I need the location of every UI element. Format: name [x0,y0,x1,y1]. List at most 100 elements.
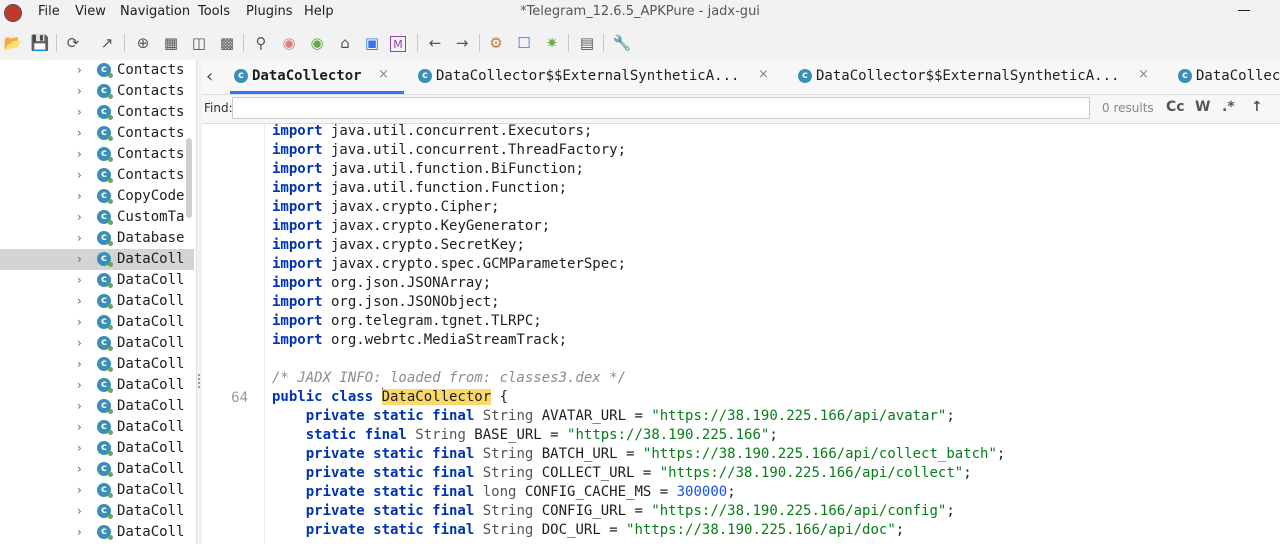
chevron-right-icon[interactable]: › [77,441,82,455]
code-line[interactable]: import org.json.JSONArray; [272,274,491,293]
tab-datacollec[interactable]: c DataCollec [1174,60,1280,94]
tree-item[interactable]: › c Contacts [0,165,194,186]
chevron-right-icon[interactable]: › [77,525,82,539]
chevron-right-icon[interactable]: › [77,189,82,203]
preferences-icon[interactable]: 🔧 [612,33,632,53]
tree-item[interactable]: › c Contacts [0,60,194,81]
code-line[interactable]: public class DataCollector { [272,388,508,407]
code-line[interactable]: import javax.crypto.Cipher; [272,198,500,217]
code-line[interactable]: private static final String DOC_URL = "h… [272,521,904,540]
tree-item[interactable]: › c DataColl [0,333,194,354]
decompile-all-icon[interactable]: ⚙ [486,33,506,53]
chevron-right-icon[interactable]: › [77,105,82,119]
tree-item[interactable]: › c Contacts [0,102,194,123]
home-icon[interactable]: ⌂ [335,33,355,53]
code-editor[interactable]: 64 import java.util.concurrent.Executors… [202,124,1280,544]
log-icon[interactable]: ▣ [362,33,382,53]
code-line[interactable]: static final String BASE_URL = "https://… [272,426,778,445]
search-icon[interactable]: ⚲ [251,33,271,53]
chevron-right-icon[interactable]: › [77,483,82,497]
quick-tabs-icon[interactable]: ◫ [189,33,209,53]
tree-item[interactable]: › c DataColl [0,522,194,543]
chevron-right-icon[interactable]: › [77,84,82,98]
tree-item[interactable]: › c Contacts [0,81,194,102]
chevron-right-icon[interactable]: › [77,273,82,287]
chevron-right-icon[interactable]: › [77,504,82,518]
tab-datacollector[interactable]: c DataCollector × [230,60,404,94]
summary-icon[interactable]: ▤ [577,33,597,53]
tree-item[interactable]: › c DataColl [0,459,194,480]
tree-item[interactable]: › c DataColl [0,396,194,417]
chevron-right-icon[interactable]: › [77,378,82,392]
tab-datacollector-synthetic-1[interactable]: c DataCollector$$ExternalSyntheticA... × [414,60,784,94]
forward-icon[interactable]: → [452,33,472,53]
chevron-right-icon[interactable]: › [77,210,82,224]
tree-item[interactable]: › c Contacts [0,123,194,144]
tree-item[interactable]: › c DataColl [0,291,194,312]
tree-item[interactable]: › c DataColl [0,480,194,501]
code-line[interactable]: import java.util.concurrent.Executors; [272,124,592,141]
tree-item[interactable]: › c DataColl [0,270,194,291]
open-file-icon[interactable]: 📂 [3,33,23,53]
tree-item[interactable]: › c CustomTa [0,207,194,228]
find-class-icon[interactable]: ◉ [279,33,299,53]
chevron-left-icon[interactable]: ‹ [206,66,213,87]
chevron-right-icon[interactable]: › [77,147,82,161]
code-line[interactable]: private static final String AVATAR_URL =… [272,407,955,426]
tree-item[interactable]: › c Contacts [0,144,194,165]
close-icon[interactable]: × [758,67,769,82]
save-all-icon[interactable]: 💾 [30,33,50,53]
tree-scrollbar[interactable] [186,138,192,218]
code-line[interactable]: private static final String CONFIG_URL =… [272,502,955,521]
find-previous-icon[interactable]: ↑ [1251,99,1263,115]
chevron-right-icon[interactable]: › [77,357,82,371]
find-input[interactable] [232,97,1090,119]
code-line[interactable]: private static final String COLLECT_URL … [272,464,972,483]
smali-icon[interactable]: M [390,36,406,52]
code-line[interactable]: private static final String BATCH_URL = … [272,445,1006,464]
code-line[interactable]: import javax.crypto.SecretKey; [272,236,525,255]
deobfuscation-icon[interactable]: ▩ [217,33,237,53]
chevron-right-icon[interactable]: › [77,168,82,182]
sync-icon[interactable]: ⟳ [63,33,83,53]
chevron-right-icon[interactable]: › [77,231,82,245]
code-line[interactable]: import org.json.JSONObject; [272,293,500,312]
match-case-toggle[interactable]: Cc [1166,99,1185,115]
chevron-right-icon[interactable]: › [77,462,82,476]
tree-item[interactable]: › c DataColl [0,438,194,459]
chevron-right-icon[interactable]: › [77,252,82,266]
export-icon[interactable]: ↗ [97,33,117,53]
text-search-icon[interactable]: ☐ [514,33,534,53]
tree-item[interactable]: › c DataColl [0,312,194,333]
add-files-icon[interactable]: ⊕ [133,33,153,53]
tree-item[interactable]: › c DataColl [0,417,194,438]
back-icon[interactable]: ← [425,33,445,53]
chevron-right-icon[interactable]: › [77,126,82,140]
code-line[interactable]: import java.util.concurrent.ThreadFactor… [272,141,626,160]
tree-item-selected[interactable]: › c DataColl [0,249,194,270]
close-icon[interactable]: × [1138,67,1149,82]
code-line[interactable]: import org.telegram.tgnet.TLRPC; [272,312,542,331]
code-line[interactable]: import javax.crypto.spec.GCMParameterSpe… [272,255,626,274]
whole-word-toggle[interactable]: W [1195,99,1210,115]
find-usage-icon[interactable]: ◉ [307,33,327,53]
tab-datacollector-synthetic-2[interactable]: c DataCollector$$ExternalSyntheticA... × [794,60,1164,94]
chevron-right-icon[interactable]: › [77,399,82,413]
code-line[interactable]: private static final long CONFIG_CACHE_M… [272,483,736,502]
code-line[interactable]: import java.util.function.BiFunction; [272,160,584,179]
class-tree[interactable]: › c Contacts › c Contacts › c Contacts › c Conta… [0,60,196,544]
code-line[interactable]: import org.webrtc.MediaStreamTrack; [272,331,567,350]
chevron-right-icon[interactable]: › [77,420,82,434]
tree-item[interactable]: › c Database [0,228,194,249]
code-line[interactable]: /* JADX INFO: loaded from: classes3.dex … [272,369,626,388]
tree-item[interactable]: › c DataColl [0,375,194,396]
chevron-right-icon[interactable]: › [77,294,82,308]
regex-toggle[interactable]: .* [1222,99,1235,115]
debug-icon[interactable]: ✷ [542,33,562,53]
tree-item[interactable]: › c DataColl [0,354,194,375]
tree-item[interactable]: › c CopyCode [0,186,194,207]
code-line[interactable]: import java.util.function.Function; [272,179,567,198]
chevron-right-icon[interactable]: › [77,315,82,329]
chevron-right-icon[interactable]: › [77,336,82,350]
minimize-icon[interactable] [1238,10,1250,11]
